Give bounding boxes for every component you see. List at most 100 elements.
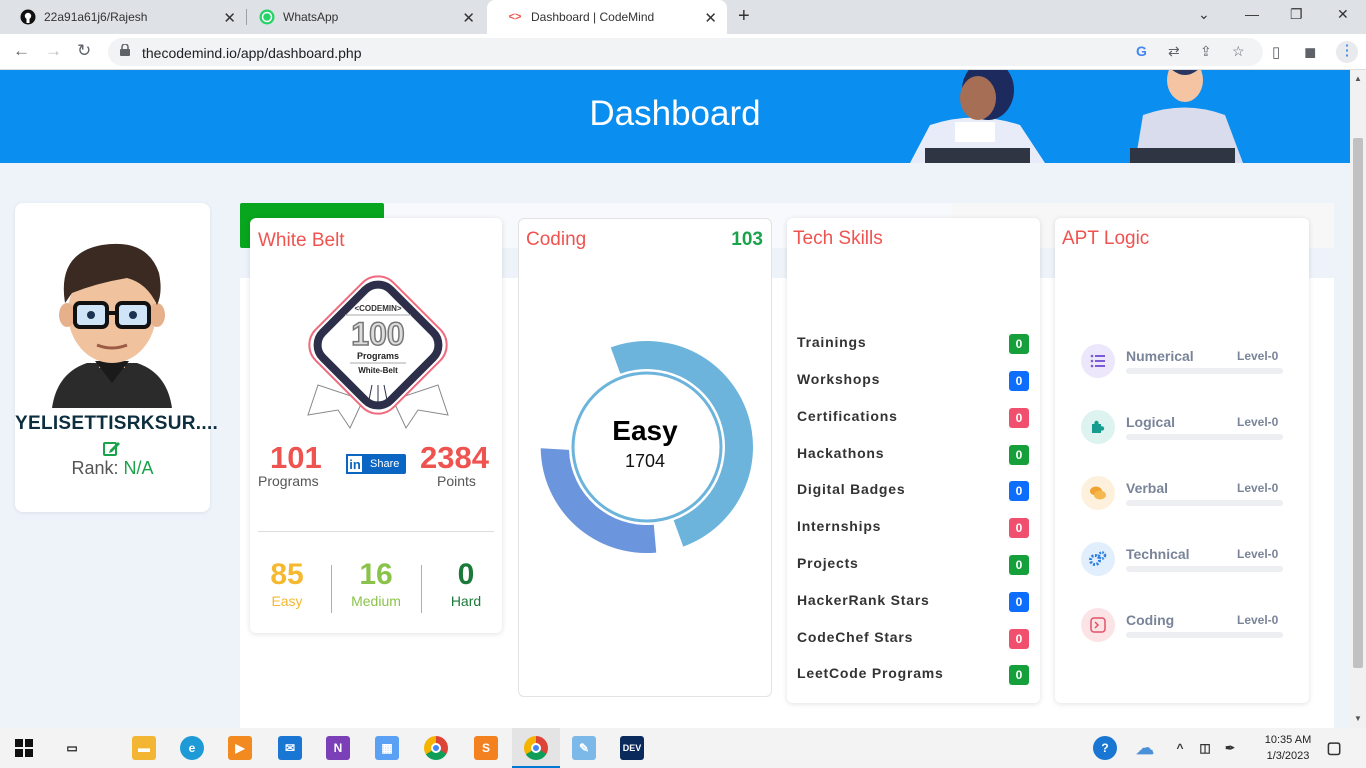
mail-icon[interactable]: ✉ [278, 736, 302, 760]
menu-icon[interactable]: ⋮ [1336, 41, 1358, 63]
puzzle-icon [1081, 410, 1115, 444]
tab-title: Dashboard | CodeMind [531, 10, 655, 24]
reload-button[interactable]: ↻ [77, 41, 91, 61]
divider [258, 531, 494, 532]
rank-value: N/A [123, 458, 154, 478]
clock-time: 10:35 AM [1264, 734, 1312, 746]
edit-icon[interactable] [103, 440, 121, 456]
apt-level: Level-0 [1237, 349, 1279, 363]
show-hidden-icons[interactable]: ^ [1168, 736, 1192, 760]
side-panel-icon[interactable]: ▯ [1272, 43, 1280, 61]
points-count: 2384 [420, 440, 489, 475]
hero-banner: Dashboard [0, 70, 1350, 163]
person-illustration-icon [1130, 70, 1243, 163]
media-player-icon[interactable]: ▶ [228, 736, 252, 760]
file-explorer-icon[interactable]: ▬ [132, 736, 156, 760]
skill-count-badge: 0 [1009, 408, 1029, 428]
points-label: Points [437, 473, 476, 489]
extension-icon[interactable]: ◼ [1304, 43, 1316, 61]
help-icon[interactable]: ? [1093, 736, 1117, 760]
apt-progress-bar [1126, 368, 1283, 374]
apt-logic-title: APT Logic [1062, 228, 1150, 249]
chrome-active-icon[interactable] [524, 736, 548, 760]
notifications-icon[interactable]: ▢ [1322, 736, 1346, 760]
minimize-button[interactable]: — [1245, 6, 1259, 22]
windows-start-icon[interactable] [12, 736, 36, 760]
notepad-icon[interactable]: ✎ [572, 736, 596, 760]
chrome-icon[interactable] [424, 736, 448, 760]
pen-icon[interactable]: ✒ [1218, 736, 1242, 760]
linkedin-icon: in [346, 454, 364, 474]
programs-count: 101 [270, 440, 322, 475]
skill-label: Internships [797, 518, 882, 534]
chat-icon [1081, 476, 1115, 510]
coding-donut-chart [540, 341, 753, 554]
skill-count-badge: 0 [1009, 592, 1029, 612]
forward-button[interactable]: → [45, 41, 62, 61]
skill-label: HackerRank Stars [797, 592, 930, 608]
share-label: Share [370, 458, 400, 470]
close-window-button[interactable]: ✕ [1337, 6, 1349, 23]
white-belt-badge: <CODEMIN> 100 Programs White-Belt [307, 275, 449, 430]
address-bar[interactable]: thecodemind.io/app/dashboard.php G ⇄ ⇪ ☆ [108, 38, 1263, 66]
rank-text: Rank: N/A [15, 458, 210, 479]
scroll-up-icon[interactable]: ▲ [1354, 74, 1362, 83]
new-tab-button[interactable]: + [738, 5, 750, 28]
network-icon[interactable]: ◫ [1193, 736, 1217, 760]
apt-level: Level-0 [1237, 547, 1279, 561]
coding-title: Coding [526, 229, 587, 250]
skill-label: Certifications [797, 408, 898, 424]
coding-count: 103 [731, 229, 763, 250]
github-icon [20, 9, 36, 25]
apt-label: Technical [1126, 546, 1190, 562]
devcpp-icon[interactable]: DEV [620, 736, 644, 760]
close-icon[interactable]: ✕ [462, 9, 475, 27]
apt-label: Coding [1126, 612, 1175, 628]
apt-progress-bar [1126, 632, 1283, 638]
easy-label: Easy [271, 593, 303, 609]
skill-label: Workshops [797, 371, 881, 387]
apt-label: Verbal [1126, 480, 1169, 496]
badge-number: 100 [351, 316, 404, 352]
tab-title: 22a91a61j6/Rajesh [44, 10, 148, 24]
easy-count: 85 [270, 558, 304, 591]
google-icon[interactable]: G [1136, 43, 1147, 59]
profile-card: YELISETTISRKSUR.... Rank: N/A [15, 203, 218, 512]
codemind-icon: <> [508, 11, 522, 23]
coding-card: Coding 103 Easy 1704 [518, 218, 772, 697]
translate-icon[interactable]: ⇄ [1168, 43, 1180, 60]
bookmark-star-icon[interactable]: ☆ [1232, 43, 1245, 60]
browser-tab-whatsapp[interactable]: WhatsApp ✕ [239, 0, 485, 34]
apt-progress-bar [1126, 500, 1283, 506]
skill-label: Projects [797, 555, 859, 571]
task-view-icon[interactable]: ▭ [60, 736, 84, 760]
skill-label: Hackathons [797, 445, 885, 461]
tab-search-icon[interactable]: ⌄ [1198, 6, 1210, 23]
page-scrollbar[interactable]: ▲ ▼ [1350, 70, 1366, 728]
medium-count: 16 [359, 558, 393, 591]
back-button[interactable]: ← [13, 41, 30, 61]
edge-icon[interactable]: e [180, 736, 204, 760]
taskbar-clock[interactable]: 10:35 AM 1/3/2023 [1252, 732, 1324, 764]
browser-tab-dashboard[interactable]: <> Dashboard | CodeMind ✕ [487, 0, 727, 34]
person-illustration-icon [910, 70, 1045, 163]
store-icon[interactable]: ▦ [375, 736, 399, 760]
medium-label: Medium [351, 593, 401, 609]
whatsapp-icon [259, 9, 275, 25]
browser-tab-github[interactable]: 22a91a61j6/Rajesh ✕ [0, 0, 246, 34]
scroll-thumb[interactable] [1353, 138, 1363, 668]
avatar [52, 243, 172, 408]
divider [331, 565, 332, 613]
maximize-button[interactable]: ❐ [1290, 6, 1303, 23]
close-icon[interactable]: ✕ [223, 9, 236, 27]
share-icon[interactable]: ⇪ [1200, 43, 1212, 60]
close-icon[interactable]: ✕ [704, 9, 717, 27]
linkedin-share-button[interactable]: in Share [346, 454, 406, 474]
onedrive-icon[interactable]: ☁ [1133, 736, 1157, 760]
scroll-down-icon[interactable]: ▼ [1354, 714, 1362, 723]
onenote-icon[interactable]: N [326, 736, 350, 760]
belt-title: White Belt [258, 230, 345, 251]
skill-label: LeetCode Programs [797, 665, 944, 681]
sublime-text-icon[interactable]: S [474, 736, 498, 760]
tech-skills-title: Tech Skills [793, 228, 883, 249]
